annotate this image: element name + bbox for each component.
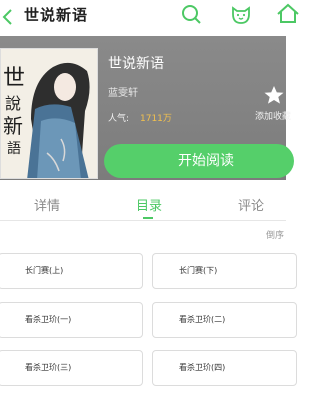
chapter-item[interactable]: 长门赛(上): [0, 253, 143, 289]
popularity-value: 1711万: [140, 114, 172, 124]
favorite-label[interactable]: 添加收藏: [255, 109, 291, 122]
chapter-item[interactable]: 看杀卫玠(二): [152, 302, 297, 338]
chapter-title: 长门赛(下): [179, 266, 218, 275]
tab-details[interactable]: 详情: [34, 195, 60, 214]
chapter-title: 长门赛(上): [25, 266, 64, 275]
tab-comments[interactable]: 评论: [238, 195, 264, 214]
chapter-item[interactable]: 看杀卫玠(一): [0, 302, 143, 338]
chapter-title: 看杀卫玠(三): [25, 363, 72, 372]
chapter-item[interactable]: 看杀卫玠(四): [152, 350, 297, 386]
search-icon[interactable]: [180, 2, 204, 26]
back-icon[interactable]: [0, 7, 18, 27]
popularity-label: 人气:: [108, 114, 130, 124]
svg-text:說: 說: [5, 94, 21, 113]
active-tab-indicator: [143, 217, 153, 219]
mascot-icon[interactable]: [229, 2, 253, 26]
book-cover: 世 說 新 語: [0, 48, 98, 179]
chapter-title: 看杀卫玠(二): [179, 315, 226, 324]
sort-toggle[interactable]: 倒序: [266, 228, 284, 241]
chapter-item[interactable]: 长门赛(下): [152, 253, 297, 289]
book-title: 世说新语: [108, 56, 164, 72]
star-icon[interactable]: [262, 85, 286, 105]
tab-contents[interactable]: 目录: [136, 195, 162, 214]
page-title: 世说新语: [24, 6, 89, 24]
chapter-item[interactable]: 看杀卫玠(三): [0, 350, 143, 386]
top-bar: 世说新语: [0, 0, 299, 36]
book-author[interactable]: 蓝雯轩: [108, 84, 138, 99]
chapter-title: 看杀卫玠(四): [179, 363, 226, 372]
svg-text:世: 世: [3, 66, 25, 91]
svg-text:新: 新: [3, 114, 23, 138]
tab-bar: 详情 目录 评论: [0, 187, 286, 221]
cover-illustration: 世 說 新 語: [1, 49, 97, 178]
start-reading-button[interactable]: 开始阅读: [104, 144, 294, 178]
chapter-title: 看杀卫玠(一): [25, 315, 72, 324]
svg-text:語: 語: [7, 141, 21, 157]
home-icon[interactable]: [276, 2, 300, 26]
